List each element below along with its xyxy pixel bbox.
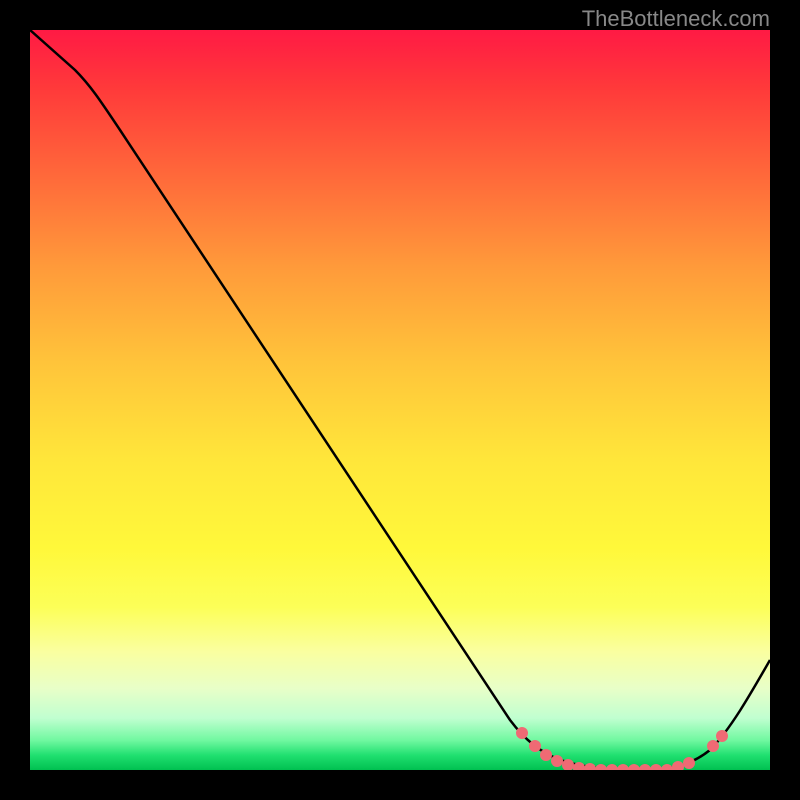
watermark-text: TheBottleneck.com: [582, 6, 770, 32]
curve-markers: [516, 727, 728, 770]
chart-container: TheBottleneck.com: [0, 0, 800, 800]
plot-area: [30, 30, 770, 770]
bottleneck-curve: [30, 30, 770, 770]
curve-path: [30, 30, 770, 770]
